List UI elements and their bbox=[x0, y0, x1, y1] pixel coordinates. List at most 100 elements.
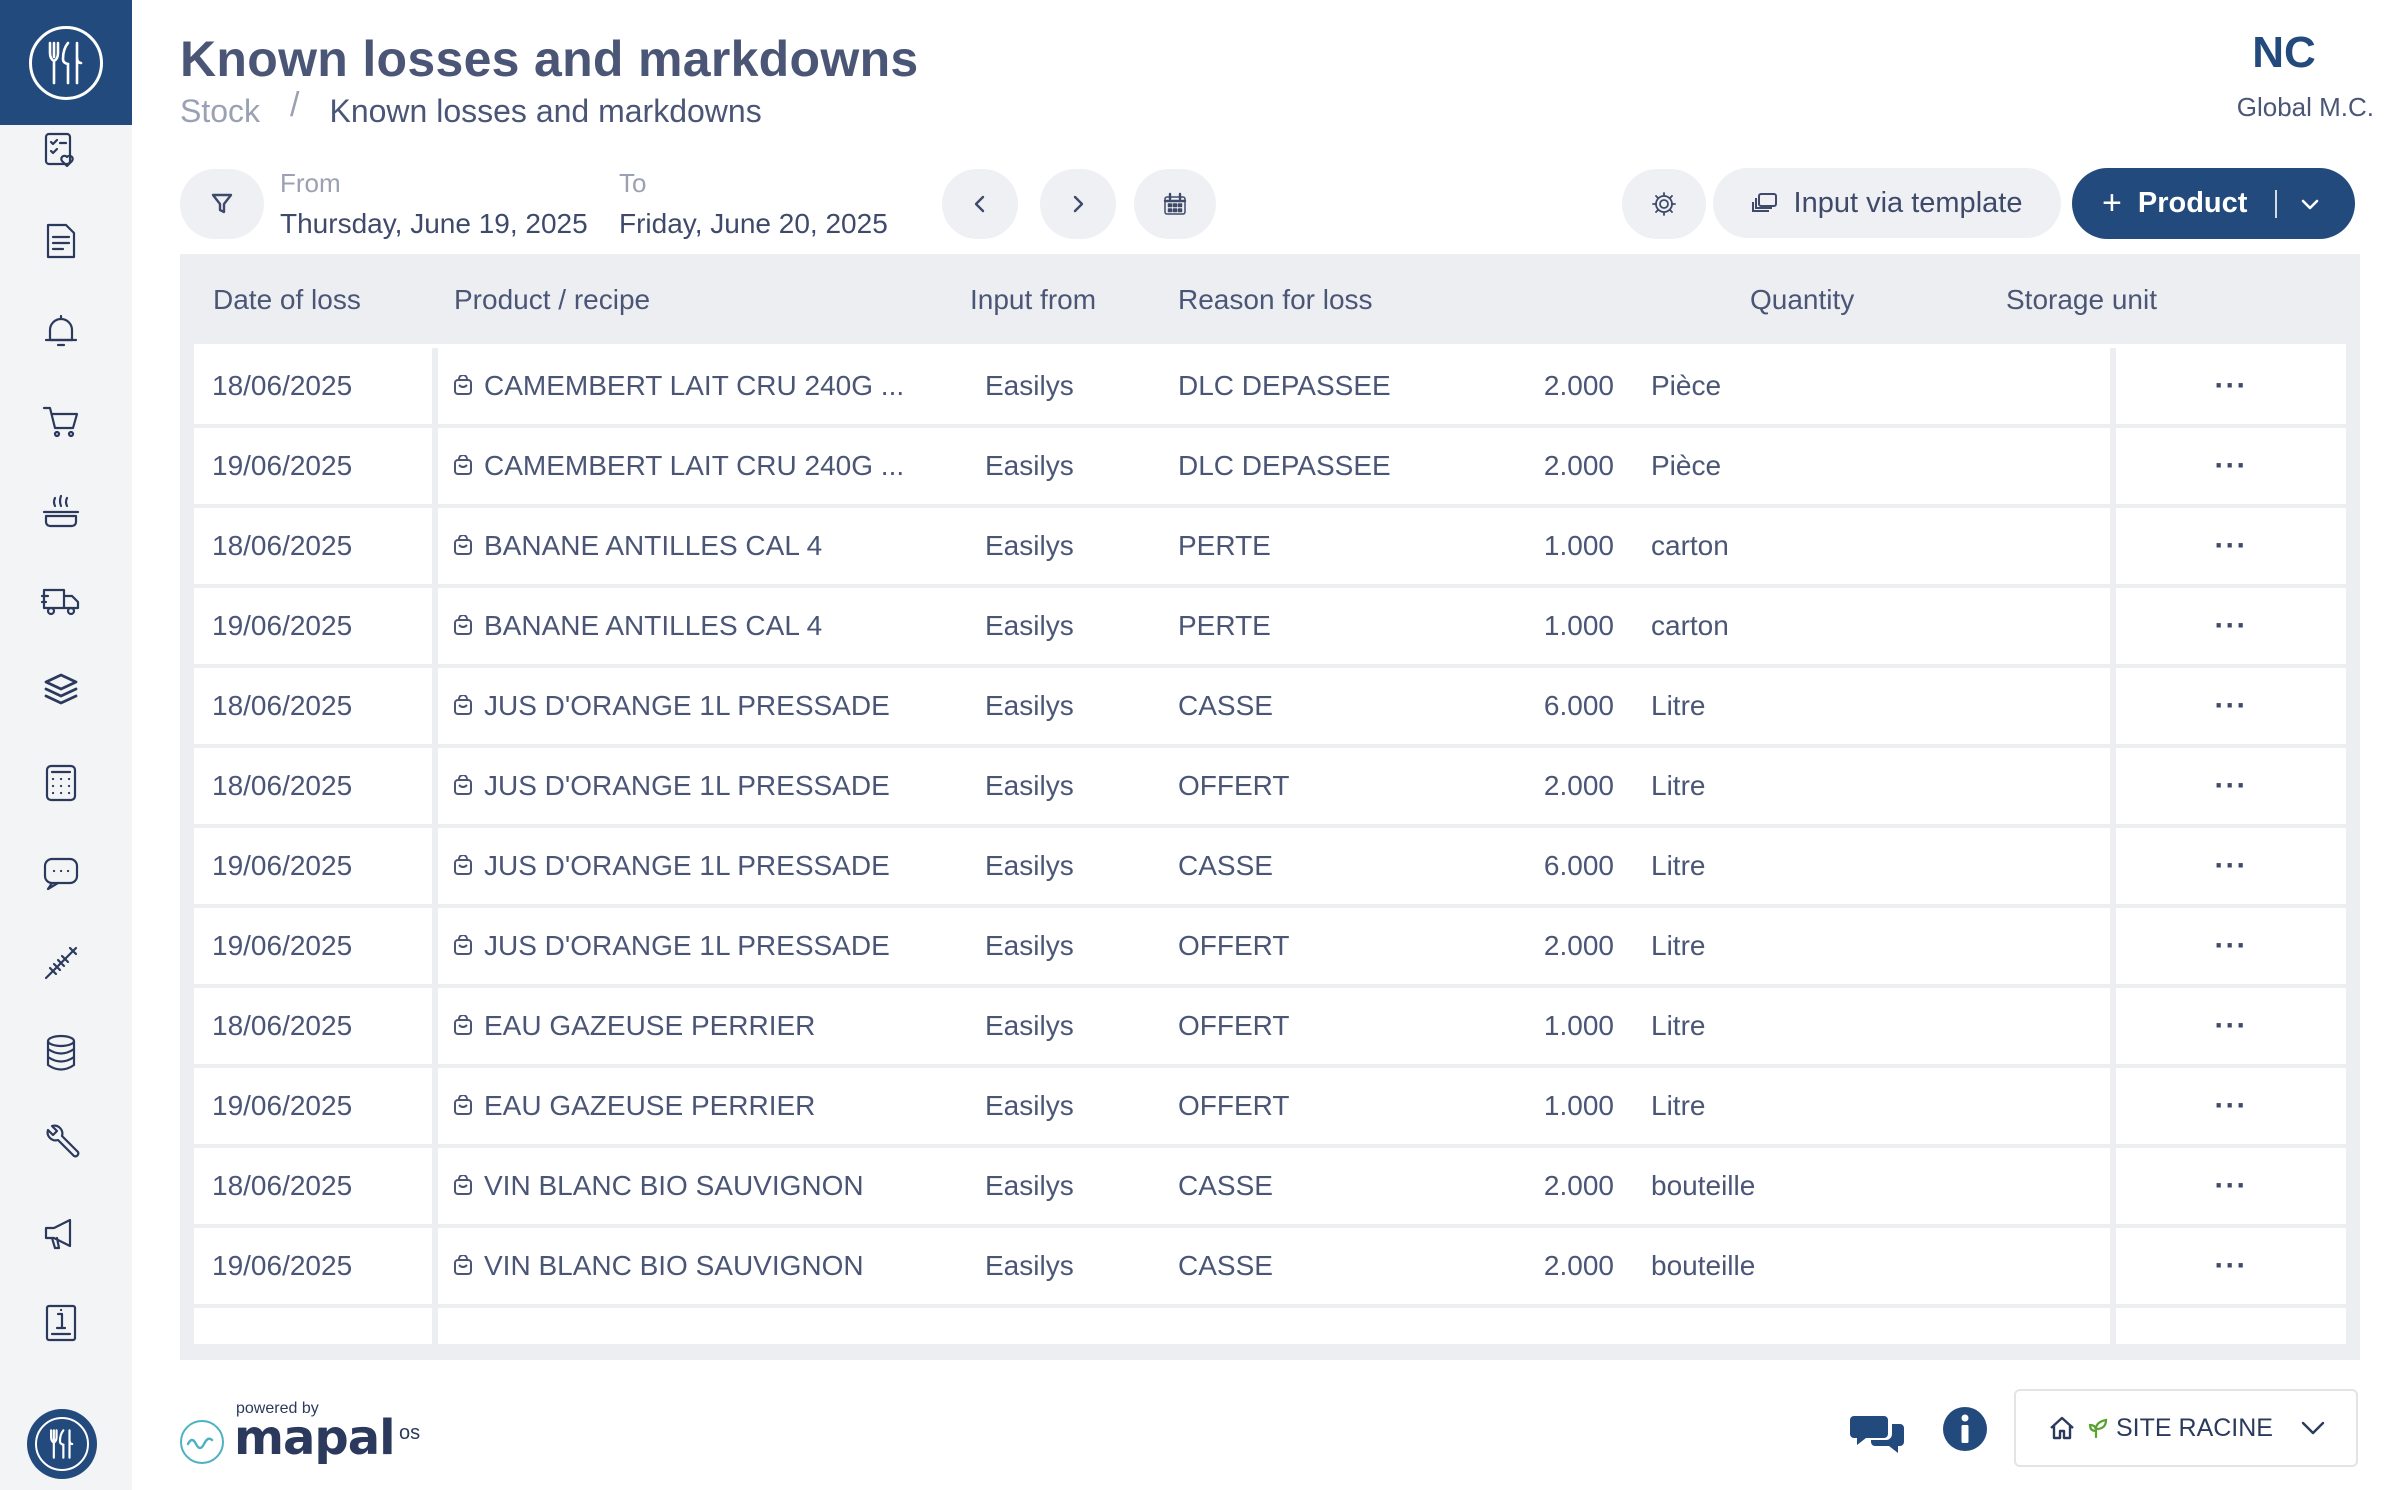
row-actions-button[interactable]: ··· bbox=[2116, 1068, 2346, 1144]
storage-unit: bouteille bbox=[1651, 1170, 1756, 1201]
product-name[interactable]: JUS D'ORANGE 1L PRESSADE bbox=[452, 690, 890, 722]
loss-date: 19/06/2025 bbox=[212, 850, 353, 881]
row-actions-button[interactable]: ··· bbox=[2116, 828, 2346, 904]
table-row[interactable]: 19/06/2025 JUS D'ORANGE 1L PRESSADE Easily… bbox=[194, 908, 2346, 988]
checklist-heart-icon[interactable] bbox=[38, 127, 84, 173]
bell-icon[interactable] bbox=[38, 308, 84, 354]
info-icon[interactable] bbox=[1940, 1404, 1990, 1454]
calculator-icon[interactable] bbox=[38, 760, 84, 806]
row-actions-button[interactable]: ··· bbox=[2116, 668, 2346, 744]
column-header-product[interactable]: Product / recipe bbox=[454, 284, 650, 316]
product-name[interactable]: CAMEMBERT LAIT CRU 240G ... bbox=[452, 370, 904, 402]
messages-icon[interactable] bbox=[1848, 1408, 1908, 1458]
loss-quantity: 2.000 bbox=[1543, 1250, 1614, 1281]
column-header-storage-unit[interactable]: Storage unit bbox=[2006, 284, 2157, 316]
breadcrumb-root[interactable]: Stock bbox=[180, 93, 260, 130]
column-header-reason[interactable]: Reason for loss bbox=[1178, 284, 1373, 316]
template-icon bbox=[1751, 193, 1777, 212]
input-source: Easilys bbox=[985, 1090, 1074, 1121]
input-source: Easilys bbox=[985, 1010, 1074, 1041]
calendar-button[interactable] bbox=[1134, 169, 1216, 239]
table-row[interactable]: 19/06/2025 JUS D'ORANGE 1L PRESSADE Easily… bbox=[194, 828, 2346, 908]
site-selector[interactable]: SITE RACINE bbox=[2014, 1389, 2358, 1467]
add-product-button[interactable]: + Product bbox=[2072, 168, 2355, 239]
loss-quantity: 2.000 bbox=[1543, 1170, 1614, 1201]
table-row[interactable]: 19/06/2025 CAMEMBERT LAIT CRU 240G ... Eas… bbox=[194, 428, 2346, 508]
add-product-label: Product bbox=[2137, 187, 2248, 219]
megaphone-icon[interactable] bbox=[38, 1210, 84, 1256]
table-row[interactable]: 19/06/2025 BANANE ANTILLES CAL 4 Easilys PE… bbox=[194, 588, 2346, 668]
product-name[interactable]: CAMEMBERT LAIT CRU 240G ... bbox=[452, 450, 904, 482]
row-actions-button[interactable]: ··· bbox=[2116, 1228, 2346, 1304]
row-actions-button[interactable]: ··· bbox=[2116, 348, 2346, 424]
date-cell: 18/06/2025 bbox=[194, 348, 432, 424]
from-date[interactable]: Thursday, June 19, 2025 bbox=[280, 208, 588, 240]
fish-icon[interactable] bbox=[38, 940, 84, 986]
delivery-truck-icon[interactable] bbox=[38, 578, 84, 624]
to-label: To bbox=[619, 168, 647, 198]
row-actions-button[interactable]: ··· bbox=[2116, 508, 2346, 584]
user-initials[interactable]: NC bbox=[2224, 28, 2344, 78]
row-main-cell: BANANE ANTILLES CAL 4 Easilys PERTE 1.000 ca… bbox=[438, 588, 2110, 664]
table-row[interactable]: 18/06/2025 JUS D'ORANGE 1L PRESSADE Easily… bbox=[194, 748, 2346, 828]
product-bag-icon bbox=[452, 935, 474, 957]
product-name[interactable]: EAU GAZEUSE PERRIER bbox=[452, 1090, 815, 1122]
settings-button[interactable] bbox=[1622, 169, 1706, 239]
table-row[interactable]: 18/06/2025 VIN BLANC BIO SAUVIGNON Easilys… bbox=[194, 1148, 2346, 1228]
row-actions-button[interactable]: ··· bbox=[2116, 748, 2346, 824]
loss-reason: OFFERT bbox=[1178, 930, 1290, 961]
row-actions-button[interactable]: ··· bbox=[2116, 428, 2346, 504]
wrench-icon[interactable] bbox=[38, 1120, 84, 1166]
input-source: Easilys bbox=[985, 770, 1074, 801]
table-row[interactable]: 18/06/2025 BANANE ANTILLES CAL 4 Easilys PE… bbox=[194, 508, 2346, 588]
product-label: BANANE ANTILLES CAL 4 bbox=[484, 610, 823, 641]
row-actions-button[interactable]: ··· bbox=[2116, 588, 2346, 664]
input-source: Easilys bbox=[985, 370, 1074, 401]
table-row[interactable]: 18/06/2025 CAMEMBERT LAIT CRU 240G ... Eas… bbox=[194, 348, 2346, 428]
info-doc-icon[interactable] bbox=[38, 1300, 84, 1346]
date-cell: 18/06/2025 bbox=[194, 668, 432, 744]
product-name[interactable]: EAU GAZEUSE PERRIER bbox=[452, 1010, 815, 1042]
to-date[interactable]: Friday, June 20, 2025 bbox=[619, 208, 888, 240]
cooking-icon[interactable] bbox=[38, 488, 84, 534]
chat-icon[interactable] bbox=[38, 850, 84, 896]
column-header-date[interactable]: Date of loss bbox=[213, 284, 361, 316]
document-icon[interactable] bbox=[38, 218, 84, 264]
table-row[interactable]: 18/06/2025 JUS D'ORANGE 1L PRESSADE Easily… bbox=[194, 668, 2346, 748]
row-actions-button[interactable]: ··· bbox=[2116, 908, 2346, 984]
next-period-button[interactable] bbox=[1040, 169, 1116, 239]
column-header-quantity[interactable]: Quantity bbox=[1750, 284, 1854, 316]
filter-button[interactable] bbox=[180, 169, 264, 239]
table-row[interactable]: 19/06/2025 VIN BLANC BIO SAUVIGNON Easilys… bbox=[194, 1228, 2346, 1308]
input-via-template-button[interactable]: Input via template bbox=[1713, 168, 2061, 238]
previous-period-button[interactable] bbox=[942, 169, 1018, 239]
stock-layers-icon[interactable] bbox=[38, 668, 84, 714]
cart-icon[interactable] bbox=[38, 398, 84, 444]
gear-icon bbox=[1652, 192, 1676, 216]
table-header: Date of loss Product / recipe Input from… bbox=[180, 254, 2360, 346]
column-header-input[interactable]: Input from bbox=[970, 284, 1096, 316]
product-name[interactable]: VIN BLANC BIO SAUVIGNON bbox=[452, 1170, 864, 1202]
row-actions-button[interactable]: ··· bbox=[2116, 988, 2346, 1064]
account-logo[interactable] bbox=[27, 1409, 97, 1479]
product-name[interactable]: JUS D'ORANGE 1L PRESSADE bbox=[452, 850, 890, 882]
product-name[interactable]: BANANE ANTILLES CAL 4 bbox=[452, 610, 822, 642]
date-cell: 18/06/2025 bbox=[194, 508, 432, 584]
storage-unit: Litre bbox=[1651, 770, 1706, 801]
row-main-cell: JUS D'ORANGE 1L PRESSADE Easilys OFFERT 2.0… bbox=[438, 748, 2110, 824]
product-name[interactable]: VIN BLANC BIO SAUVIGNON bbox=[452, 1250, 864, 1282]
input-source: Easilys bbox=[985, 1250, 1074, 1281]
product-name[interactable]: JUS D'ORANGE 1L PRESSADE bbox=[452, 930, 890, 962]
table-row[interactable]: 19/06/2025 EAU GAZEUSE PERRIER Easilys OFFE… bbox=[194, 1068, 2346, 1148]
product-name[interactable]: JUS D'ORANGE 1L PRESSADE bbox=[452, 770, 890, 802]
table-row[interactable]: 18/06/2025 EAU GAZEUSE PERRIER Easilys OFFE… bbox=[194, 988, 2346, 1068]
plus-icon: + bbox=[2102, 184, 2122, 222]
breadcrumb: Stock / Known losses and markdowns bbox=[180, 86, 762, 131]
row-actions-button[interactable]: ··· bbox=[2116, 1148, 2346, 1224]
chevron-down-icon[interactable] bbox=[2299, 187, 2321, 220]
row-main-cell: CAMEMBERT LAIT CRU 240G ... Easilys DLC DE… bbox=[438, 348, 2110, 424]
app-logo[interactable] bbox=[0, 0, 132, 125]
product-name[interactable]: BANANE ANTILLES CAL 4 bbox=[452, 530, 822, 562]
product-label: JUS D'ORANGE 1L PRESSADE bbox=[484, 690, 890, 721]
database-icon[interactable] bbox=[38, 1030, 84, 1076]
